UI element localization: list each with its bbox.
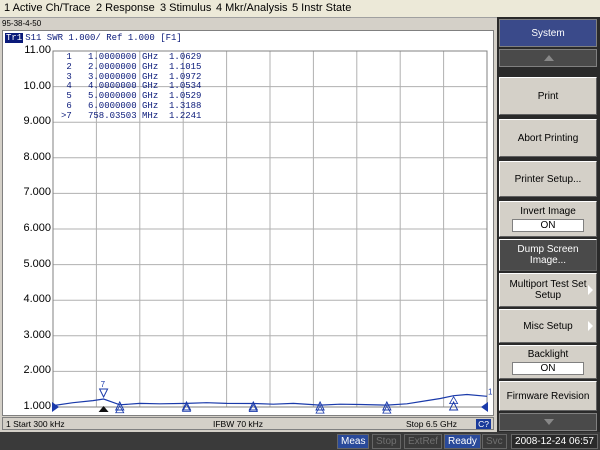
softkey-panel: System Print Abort Printing Printer Setup.… [497,17,600,432]
instrument-status-bar: Meas Stop ExtRef Ready Svc 2008-12-24 06… [0,432,600,450]
extref-indicator: ExtRef [404,434,443,449]
softkey-abort-printing[interactable]: Abort Printing [499,119,597,157]
chevron-down-icon [544,419,554,425]
softkey-dump-screen-image[interactable]: Dump Screen Image... [499,239,597,271]
softkey-label: Dump Screen Image... [517,244,579,266]
softkey-value: ON [512,219,584,232]
softkey-label: Misc Setup [523,320,573,332]
menu-mkr-analysis[interactable]: 4 Mkr/Analysis [216,2,288,14]
menu-active-ch-trace[interactable]: 1 Active Ch/Trace [4,2,90,14]
stop-indicator: Stop [372,434,401,449]
softkey-label: Printer Setup... [514,173,582,185]
marker-6-icon [448,400,459,411]
chevron-right-icon [588,321,593,331]
window-title: 95-38-4-50 [0,18,496,30]
trace-plot[interactable]: Tr1 S11 SWR 1.000/ Ref 1.000 [F1] 11.00 10… [2,30,494,416]
svc-indicator: Svc [482,434,507,449]
channel-badge: C? [476,419,491,429]
ref-level-right-icon [481,402,488,412]
softkey-invert-image[interactable]: Invert Image ON [499,201,597,237]
ready-indicator: Ready [444,434,481,449]
softkey-multiport-test-set-setup[interactable]: Multiport Test Set Setup [499,273,597,307]
menu-instr-state[interactable]: 5 Instr State [292,2,351,14]
softkey-label: Multiport Test Set Setup [509,279,587,301]
marker-row: >7 758.03503 MHz 1.2241 [61,110,202,121]
softkey-label: Abort Printing [517,132,579,144]
meas-indicator: Meas [337,434,370,449]
softkey-label: Print [537,90,559,102]
menu-bar: 1 Active Ch/Trace 2 Response 3 Stimulus … [0,0,600,18]
chevron-right-icon [588,285,593,295]
softkey-backlight[interactable]: Backlight ON [499,345,597,379]
trace-end-label: 1 [488,388,493,397]
marker-7-icon [98,388,109,399]
stop-frequency: Stop 6.5 GHz [406,419,458,429]
menu-response[interactable]: 2 Response [96,2,155,14]
menu-stimulus[interactable]: 3 Stimulus [160,2,211,14]
ref-level-left-icon [52,402,59,412]
marker-table: 1 1.0000000 GHz 1.0629 2 2.0000000 GHz 1… [61,52,202,122]
softkey-label: Invert Image [520,206,576,217]
softkey-firmware-revision[interactable]: Firmware Revision [499,381,597,411]
marker-7-label: 7 [101,380,106,389]
softkey-label: Backlight [527,349,569,360]
softkey-value: ON [512,362,584,375]
scroll-up-button[interactable] [499,49,597,67]
scroll-down-button[interactable] [499,413,597,431]
softkey-misc-setup[interactable]: Misc Setup [499,309,597,343]
ifbw-value: IFBW 70 kHz [213,419,264,429]
channel-status-bar: 1 Start 300 kHz IFBW 70 kHz Stop 6.5 GHz… [2,417,494,430]
datetime-display: 2008-12-24 06:57 [511,434,598,449]
softkey-title: System [499,19,597,47]
softkey-printer-setup[interactable]: Printer Setup... [499,161,597,197]
chevron-up-icon [544,55,554,61]
start-frequency: 1 Start 300 kHz [6,419,65,429]
softkey-label: Firmware Revision [506,390,590,402]
softkey-print[interactable]: Print [499,77,597,115]
